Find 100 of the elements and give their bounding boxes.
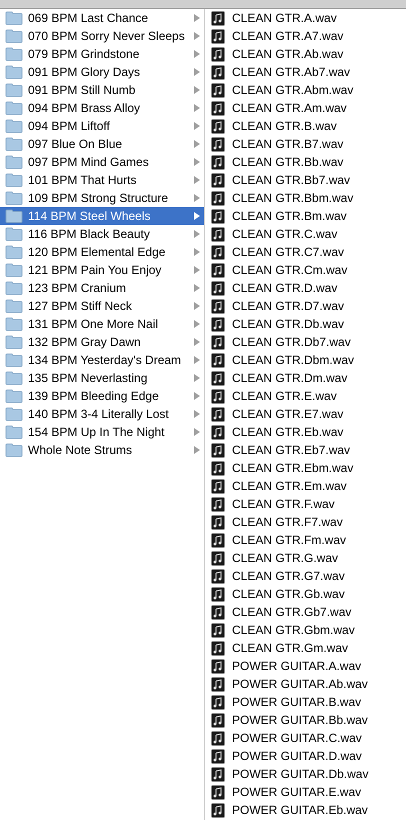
- file-item[interactable]: POWER GUITAR.C.wav: [211, 729, 406, 747]
- disclosure-arrow-icon: [194, 86, 200, 94]
- file-item[interactable]: CLEAN GTR.Bb.wav: [211, 153, 406, 171]
- music-note-icon: [211, 118, 225, 134]
- folder-item[interactable]: 097 BPM Mind Games: [0, 153, 204, 171]
- folder-item[interactable]: 109 BPM Strong Structure: [0, 189, 204, 207]
- disclosure-arrow-icon: [194, 32, 200, 40]
- music-note-icon: [211, 10, 225, 26]
- folder-item[interactable]: 116 BPM Black Beauty: [0, 225, 204, 243]
- file-item[interactable]: CLEAN GTR.D7.wav: [211, 297, 406, 315]
- music-note-icon: [211, 46, 225, 62]
- disclosure-arrow-icon: [194, 140, 200, 148]
- file-item[interactable]: CLEAN GTR.Am.wav: [211, 99, 406, 117]
- folder-item[interactable]: 097 Blue On Blue: [0, 135, 204, 153]
- file-item[interactable]: CLEAN GTR.Gm.wav: [211, 639, 406, 657]
- file-item[interactable]: CLEAN GTR.C7.wav: [211, 243, 406, 261]
- disclosure-arrow-icon: [194, 50, 200, 58]
- file-item[interactable]: CLEAN GTR.Eb.wav: [211, 423, 406, 441]
- music-note-icon: [211, 406, 225, 422]
- disclosure-arrow-icon: [194, 122, 200, 130]
- file-item[interactable]: CLEAN GTR.Em.wav: [211, 477, 406, 495]
- file-item[interactable]: CLEAN GTR.Db.wav: [211, 315, 406, 333]
- file-item[interactable]: CLEAN GTR.Fm.wav: [211, 531, 406, 549]
- folder-icon: [5, 389, 23, 403]
- music-note-icon: [211, 298, 225, 314]
- music-note-icon: [211, 622, 225, 638]
- file-item[interactable]: CLEAN GTR.A.wav: [211, 9, 406, 27]
- folder-item[interactable]: 140 BPM 3-4 Literally Lost: [0, 405, 204, 423]
- folder-icon: [5, 137, 23, 151]
- file-item[interactable]: CLEAN GTR.Gbm.wav: [211, 621, 406, 639]
- file-item[interactable]: CLEAN GTR.G7.wav: [211, 567, 406, 585]
- disclosure-arrow-icon: [194, 302, 200, 310]
- file-item[interactable]: CLEAN GTR.Cm.wav: [211, 261, 406, 279]
- file-item[interactable]: POWER GUITAR.B.wav: [211, 693, 406, 711]
- folder-item[interactable]: 114 BPM Steel Wheels: [0, 207, 204, 225]
- folder-item[interactable]: 091 BPM Still Numb: [0, 81, 204, 99]
- folder-item[interactable]: 132 BPM Gray Dawn: [0, 333, 204, 351]
- folder-item[interactable]: 079 BPM Grindstone: [0, 45, 204, 63]
- file-item[interactable]: CLEAN GTR.G.wav: [211, 549, 406, 567]
- file-item[interactable]: POWER GUITAR.D.wav: [211, 747, 406, 765]
- file-item[interactable]: POWER GUITAR.E.wav: [211, 783, 406, 801]
- file-item[interactable]: POWER GUITAR.Db.wav: [211, 765, 406, 783]
- folder-icon: [5, 425, 23, 439]
- music-note-icon: [211, 82, 225, 98]
- file-item[interactable]: CLEAN GTR.F7.wav: [211, 513, 406, 531]
- file-item[interactable]: POWER GUITAR.Bb.wav: [211, 711, 406, 729]
- music-note-icon: [211, 100, 225, 116]
- file-item[interactable]: CLEAN GTR.Dbm.wav: [211, 351, 406, 369]
- file-item[interactable]: CLEAN GTR.Ab7.wav: [211, 63, 406, 81]
- music-note-icon: [211, 586, 225, 602]
- disclosure-arrow-icon: [194, 14, 200, 22]
- folder-item[interactable]: 123 BPM Cranium: [0, 279, 204, 297]
- folder-icon: [5, 317, 23, 331]
- disclosure-arrow-icon: [194, 446, 200, 454]
- folder-item[interactable]: 069 BPM Last Chance: [0, 9, 204, 27]
- file-item[interactable]: CLEAN GTR.Db7.wav: [211, 333, 406, 351]
- disclosure-arrow-icon: [194, 230, 200, 238]
- file-item[interactable]: CLEAN GTR.A7.wav: [211, 27, 406, 45]
- folder-item[interactable]: 121 BPM Pain You Enjoy: [0, 261, 204, 279]
- folder-item[interactable]: 101 BPM That Hurts: [0, 171, 204, 189]
- file-item[interactable]: CLEAN GTR.Abm.wav: [211, 81, 406, 99]
- folder-icon: [5, 407, 23, 421]
- disclosure-arrow-icon: [194, 356, 200, 364]
- file-item[interactable]: CLEAN GTR.B.wav: [211, 117, 406, 135]
- folder-item[interactable]: 139 BPM Bleeding Edge: [0, 387, 204, 405]
- folder-icon: [5, 443, 23, 457]
- file-item[interactable]: POWER GUITAR.Eb.wav: [211, 801, 406, 819]
- file-item[interactable]: CLEAN GTR.D.wav: [211, 279, 406, 297]
- file-item[interactable]: CLEAN GTR.C.wav: [211, 225, 406, 243]
- music-note-icon: [211, 244, 225, 260]
- folder-item[interactable]: 070 BPM Sorry Never Sleeps: [0, 27, 204, 45]
- folder-item[interactable]: 094 BPM Liftoff: [0, 117, 204, 135]
- folder-item[interactable]: 135 BPM Neverlasting: [0, 369, 204, 387]
- file-item[interactable]: CLEAN GTR.Bb7.wav: [211, 171, 406, 189]
- file-item[interactable]: CLEAN GTR.Bbm.wav: [211, 189, 406, 207]
- folder-item[interactable]: Whole Note Strums: [0, 441, 204, 459]
- music-note-icon: [211, 514, 225, 530]
- file-item[interactable]: CLEAN GTR.Bm.wav: [211, 207, 406, 225]
- folder-item[interactable]: 094 BPM Brass Alloy: [0, 99, 204, 117]
- folder-item[interactable]: 131 BPM One More Nail: [0, 315, 204, 333]
- file-item[interactable]: POWER GUITAR.Ab.wav: [211, 675, 406, 693]
- folder-item[interactable]: 127 BPM Stiff Neck: [0, 297, 204, 315]
- file-item[interactable]: CLEAN GTR.Eb7.wav: [211, 441, 406, 459]
- music-note-icon: [211, 190, 225, 206]
- music-note-icon: [211, 280, 225, 296]
- file-item[interactable]: CLEAN GTR.Gb7.wav: [211, 603, 406, 621]
- file-item[interactable]: POWER GUITAR.A.wav: [211, 657, 406, 675]
- folder-item[interactable]: 134 BPM Yesterday's Dream: [0, 351, 204, 369]
- file-item[interactable]: CLEAN GTR.Ab.wav: [211, 45, 406, 63]
- folder-item[interactable]: 154 BPM Up In The Night: [0, 423, 204, 441]
- disclosure-arrow-icon: [194, 266, 200, 274]
- folder-item[interactable]: 120 BPM Elemental Edge: [0, 243, 204, 261]
- file-item[interactable]: CLEAN GTR.Ebm.wav: [211, 459, 406, 477]
- file-item[interactable]: CLEAN GTR.E.wav: [211, 387, 406, 405]
- folder-item[interactable]: 091 BPM Glory Days: [0, 63, 204, 81]
- file-item[interactable]: CLEAN GTR.B7.wav: [211, 135, 406, 153]
- file-item[interactable]: CLEAN GTR.F.wav: [211, 495, 406, 513]
- file-item[interactable]: CLEAN GTR.E7.wav: [211, 405, 406, 423]
- file-item[interactable]: CLEAN GTR.Dm.wav: [211, 369, 406, 387]
- file-item[interactable]: CLEAN GTR.Gb.wav: [211, 585, 406, 603]
